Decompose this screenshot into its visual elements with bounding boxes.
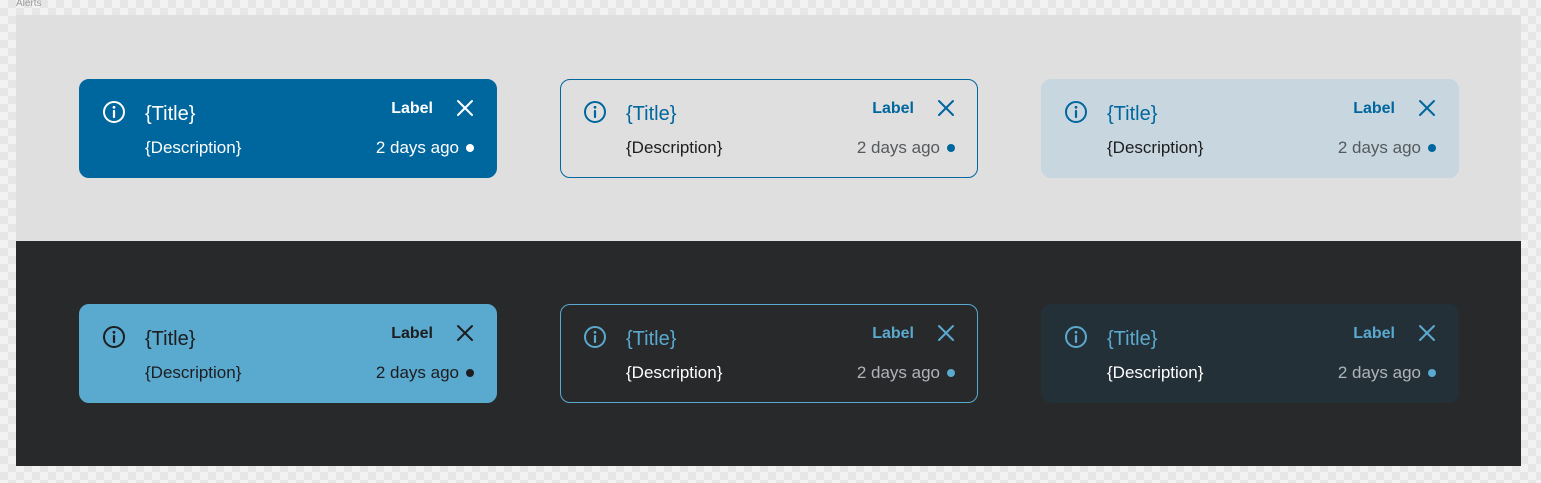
light-theme-panel: {Title} {Description} Label 2 days ago {… (16, 15, 1521, 241)
alert-outlined-dark: {Title} {Description} Label 2 days ago (560, 304, 978, 403)
alert-timestamp: 2 days ago (1337, 138, 1421, 157)
alert-tinted-light: {Title} {Description} Label 2 days ago (1041, 79, 1459, 178)
alert-timestamp: 2 days ago (856, 363, 940, 382)
alert-description: {Description} (626, 363, 723, 382)
alert-action-label[interactable]: Label (872, 324, 914, 344)
close-icon[interactable] (935, 97, 957, 119)
unread-dot (1428, 144, 1436, 152)
close-icon[interactable] (454, 97, 476, 119)
frame-label: Alerts (16, 0, 42, 9)
alert-title: {Title} (145, 328, 196, 350)
info-circle-icon (1064, 100, 1088, 124)
unread-dot (1428, 369, 1436, 377)
alert-action-label[interactable]: Label (872, 99, 914, 119)
close-icon[interactable] (1416, 322, 1438, 344)
alert-tinted-dark: {Title} {Description} Label 2 days ago (1041, 304, 1459, 403)
alert-title: {Title} (626, 103, 677, 125)
alert-description: {Description} (145, 363, 242, 382)
alert-title: {Title} (1107, 103, 1158, 125)
unread-dot (947, 144, 955, 152)
alert-title: {Title} (626, 328, 677, 350)
alert-description: {Description} (1107, 138, 1204, 157)
alert-action-label[interactable]: Label (1353, 99, 1395, 119)
close-icon[interactable] (935, 322, 957, 344)
unread-dot (466, 369, 474, 377)
alert-timestamp: 2 days ago (1337, 363, 1421, 382)
alert-action-label[interactable]: Label (391, 99, 433, 119)
info-circle-icon (583, 100, 607, 124)
alert-timestamp: 2 days ago (375, 138, 459, 157)
alert-description: {Description} (1107, 363, 1204, 382)
close-icon[interactable] (454, 322, 476, 344)
close-icon[interactable] (1416, 97, 1438, 119)
unread-dot (466, 144, 474, 152)
dark-theme-panel: {Title} {Description} Label 2 days ago {… (16, 241, 1521, 466)
info-circle-icon (102, 100, 126, 124)
alert-action-label[interactable]: Label (1353, 324, 1395, 344)
info-circle-icon (102, 325, 126, 349)
unread-dot (947, 369, 955, 377)
alert-action-label[interactable]: Label (391, 324, 433, 344)
alert-timestamp: 2 days ago (375, 363, 459, 382)
alert-outlined-light: {Title} {Description} Label 2 days ago (560, 79, 978, 178)
alert-description: {Description} (626, 138, 723, 157)
alert-title: {Title} (1107, 328, 1158, 350)
alert-timestamp: 2 days ago (856, 138, 940, 157)
info-circle-icon (1064, 325, 1088, 349)
alert-filled-dark: {Title} {Description} Label 2 days ago (79, 304, 497, 403)
alert-title: {Title} (145, 103, 196, 125)
alert-filled-light: {Title} {Description} Label 2 days ago (79, 79, 497, 178)
info-circle-icon (583, 325, 607, 349)
alert-description: {Description} (145, 138, 242, 157)
